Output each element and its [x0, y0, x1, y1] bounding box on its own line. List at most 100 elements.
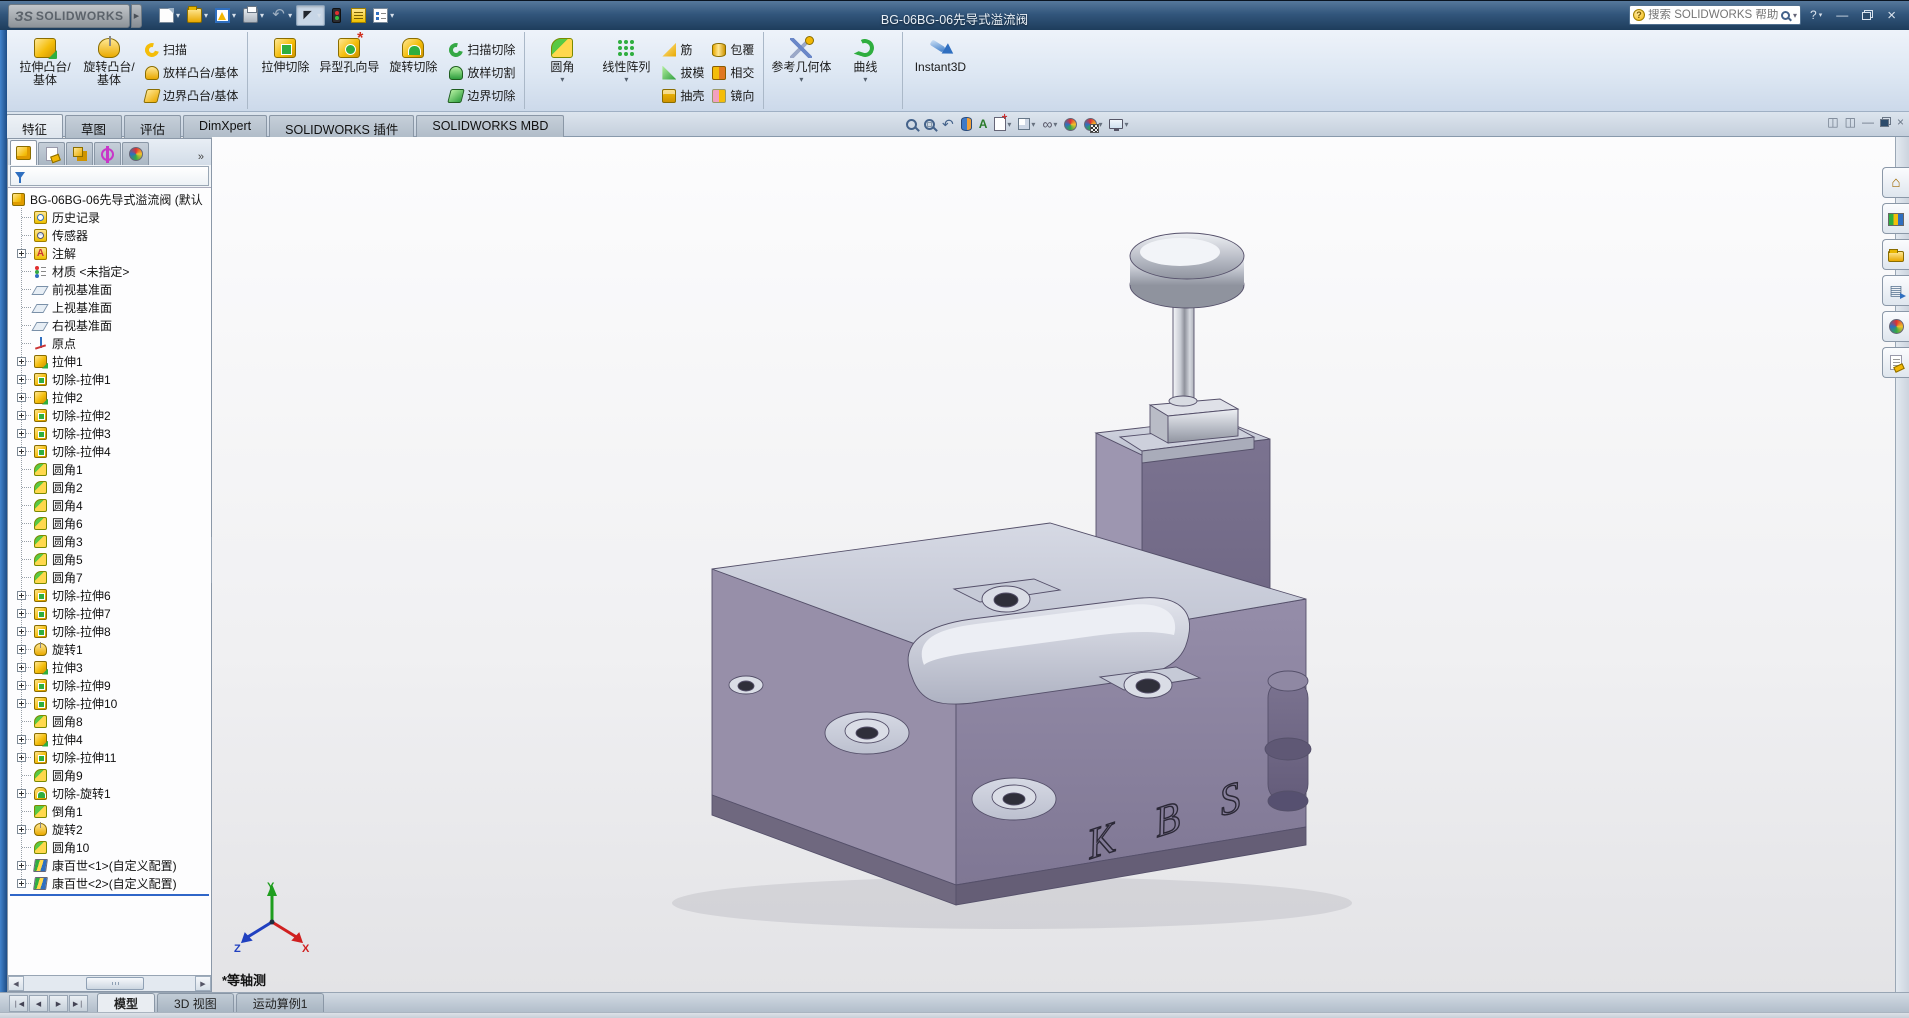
mirror-button[interactable]: 镜向 — [709, 86, 757, 105]
scroll-left-button[interactable]: ◀ — [8, 976, 24, 991]
dropdown-caret-icon[interactable]: ▾ — [288, 11, 292, 20]
tab-3d-views[interactable]: 3D 视图 — [157, 993, 234, 1012]
prev-tab-button[interactable]: ◀ — [29, 995, 48, 1012]
3d-model[interactable]: K B S — [212, 137, 1909, 992]
tree-item-cut-extrude-7[interactable]: 切除-拉伸7 — [8, 604, 211, 622]
swept-boss-button[interactable]: 扫描 — [142, 40, 241, 59]
doc-close-button[interactable]: × — [1897, 116, 1904, 128]
tree-item-top-plane[interactable]: 上视基准面 — [8, 298, 211, 316]
dropdown-caret-icon[interactable]: ▾ — [317, 11, 321, 20]
tree-item-fillet-4[interactable]: 圆角4 — [8, 496, 211, 514]
linear-pattern-button[interactable]: 线性阵列▾ — [595, 34, 657, 108]
options-button[interactable]: ▾ — [370, 6, 397, 25]
tab-model[interactable]: 模型 — [97, 993, 155, 1012]
doc-restore-button[interactable] — [1880, 117, 1891, 127]
expand-icon[interactable] — [17, 249, 26, 258]
lofted-boss-base-button[interactable]: 放样凸台/基体 — [142, 63, 241, 82]
configurationmanager-tab[interactable] — [66, 142, 93, 165]
expand-icon[interactable] — [17, 591, 26, 600]
tree-item-kbs-part-2[interactable]: 康百世<2>(自定义配置) — [8, 874, 211, 892]
search-input[interactable] — [1648, 9, 1778, 21]
file-explorer-button[interactable] — [1882, 239, 1909, 270]
dropdown-caret-icon[interactable]: ▾ — [624, 75, 628, 84]
dropdown-caret-icon[interactable]: ▾ — [560, 75, 564, 84]
expand-icon[interactable] — [17, 735, 26, 744]
section-view-button[interactable] — [958, 114, 975, 134]
tree-item-fillet-3[interactable]: 圆角3 — [8, 532, 211, 550]
tree-item-revolve-1[interactable]: 旋转1 — [8, 640, 211, 658]
tree-item-origin[interactable]: 原点 — [8, 334, 211, 352]
tree-item-cut-extrude-3[interactable]: 切除-拉伸3 — [8, 424, 211, 442]
design-library-button[interactable] — [1882, 203, 1909, 234]
shell-button[interactable]: 抽壳 — [659, 86, 707, 105]
expand-icon[interactable] — [17, 825, 26, 834]
scrollbar-track[interactable] — [24, 976, 195, 991]
3d-drawing-view-button[interactable]: A — [976, 114, 991, 134]
expand-icon[interactable] — [17, 681, 26, 690]
propertymanager-tab[interactable] — [38, 142, 65, 165]
displaymanager-tab[interactable] — [122, 142, 149, 165]
tree-item-fillet-10[interactable]: 圆角10 — [8, 838, 211, 856]
next-tab-button[interactable]: ▶ — [49, 995, 68, 1012]
tree-item-front-plane[interactable]: 前视基准面 — [8, 280, 211, 298]
zoom-to-area-button[interactable] — [921, 114, 938, 134]
tree-item-fillet-7[interactable]: 圆角7 — [8, 568, 211, 586]
close-button[interactable]: × — [1882, 6, 1901, 25]
tree-item-cut-extrude-2[interactable]: 切除-拉伸2 — [8, 406, 211, 424]
expand-icon[interactable] — [17, 447, 26, 456]
draft-button[interactable]: 拔模 — [659, 63, 707, 82]
dimxpertmanager-tab[interactable] — [94, 142, 121, 165]
expand-icon[interactable] — [17, 627, 26, 636]
tree-item-fillet-9[interactable]: 圆角9 — [8, 766, 211, 784]
tree-item-history[interactable]: 历史记录 — [8, 208, 211, 226]
new-document-button[interactable]: ▾ — [156, 6, 183, 25]
document-warning-button[interactable]: ▾ — [212, 6, 239, 25]
hide-show-items-button[interactable]: ∞▾ — [1039, 114, 1060, 134]
help-button[interactable]: ?▾ — [1805, 7, 1827, 23]
appearances-scenes-button[interactable] — [1882, 311, 1909, 342]
graphics-viewport[interactable]: K B S Y X Z *等轴测 — [212, 137, 1909, 992]
lofted-cut-button[interactable]: 放样切割 — [446, 63, 518, 82]
hole-wizard-button[interactable]: 异型孔向导 — [318, 34, 380, 108]
tree-item-cut-extrude-6[interactable]: 切除-拉伸6 — [8, 586, 211, 604]
tree-item-boss-extrude-1[interactable]: 拉伸1 — [8, 352, 211, 370]
swept-cut-button[interactable]: 扫描切除 — [446, 40, 518, 59]
dropdown-caret-icon[interactable]: ▾ — [1053, 120, 1057, 129]
panel-tabs-overflow-button[interactable]: » — [193, 151, 209, 165]
tree-item-chamfer-1[interactable]: 倒角1 — [8, 802, 211, 820]
dropdown-caret-icon[interactable]: ▾ — [863, 75, 867, 84]
boundary-boss-base-button[interactable]: 边界凸台/基体 — [142, 86, 241, 105]
tree-item-cut-extrude-11[interactable]: 切除-拉伸11 — [8, 748, 211, 766]
dropdown-caret-icon[interactable]: ▾ — [1124, 120, 1128, 129]
tree-item-cut-extrude-4[interactable]: 切除-拉伸4 — [8, 442, 211, 460]
tree-item-cut-extrude-8[interactable]: 切除-拉伸8 — [8, 622, 211, 640]
tree-item-sensors[interactable]: 传感器 — [8, 226, 211, 244]
dropdown-caret-icon[interactable]: ▾ — [204, 11, 208, 20]
minimize-button[interactable]: — — [1831, 7, 1853, 23]
restore-button[interactable] — [1857, 9, 1878, 21]
dropdown-caret-icon[interactable]: ▾ — [1031, 120, 1035, 129]
expand-icon[interactable] — [17, 861, 26, 870]
intersect-button[interactable]: 相交 — [709, 63, 757, 82]
search-icon[interactable] — [1781, 11, 1790, 20]
dropdown-caret-icon[interactable]: ▾ — [1007, 120, 1011, 129]
revolved-cut-button[interactable]: 旋转切除 — [382, 34, 444, 108]
doc-minimize-button[interactable]: — — [1862, 116, 1874, 128]
dropdown-caret-icon[interactable]: ▾ — [232, 11, 236, 20]
extruded-boss-base-button[interactable]: 拉伸凸台/基体 — [14, 34, 76, 108]
apply-scene-button[interactable]: ▾ — [1081, 114, 1105, 134]
instant3d-button[interactable]: Instant3D — [909, 34, 971, 108]
zoom-to-fit-button[interactable] — [903, 114, 920, 134]
expand-icon[interactable] — [17, 879, 26, 888]
view-palette-button[interactable] — [1882, 275, 1909, 306]
tree-item-boss-extrude-2[interactable]: 拉伸2 — [8, 388, 211, 406]
tree-item-right-plane[interactable]: 右视基准面 — [8, 316, 211, 334]
expand-icon[interactable] — [17, 789, 26, 798]
tree-item-cut-extrude-10[interactable]: 切除-拉伸10 — [8, 694, 211, 712]
previous-view-button[interactable]: ↶ — [939, 114, 957, 134]
expand-icon[interactable] — [17, 393, 26, 402]
tree-root[interactable]: BG-06BG-06先导式溢流阀 (默认 — [8, 190, 211, 208]
tree-item-fillet-8[interactable]: 圆角8 — [8, 712, 211, 730]
expand-icon[interactable] — [17, 645, 26, 654]
search-box[interactable]: ? ▾ — [1629, 5, 1801, 25]
